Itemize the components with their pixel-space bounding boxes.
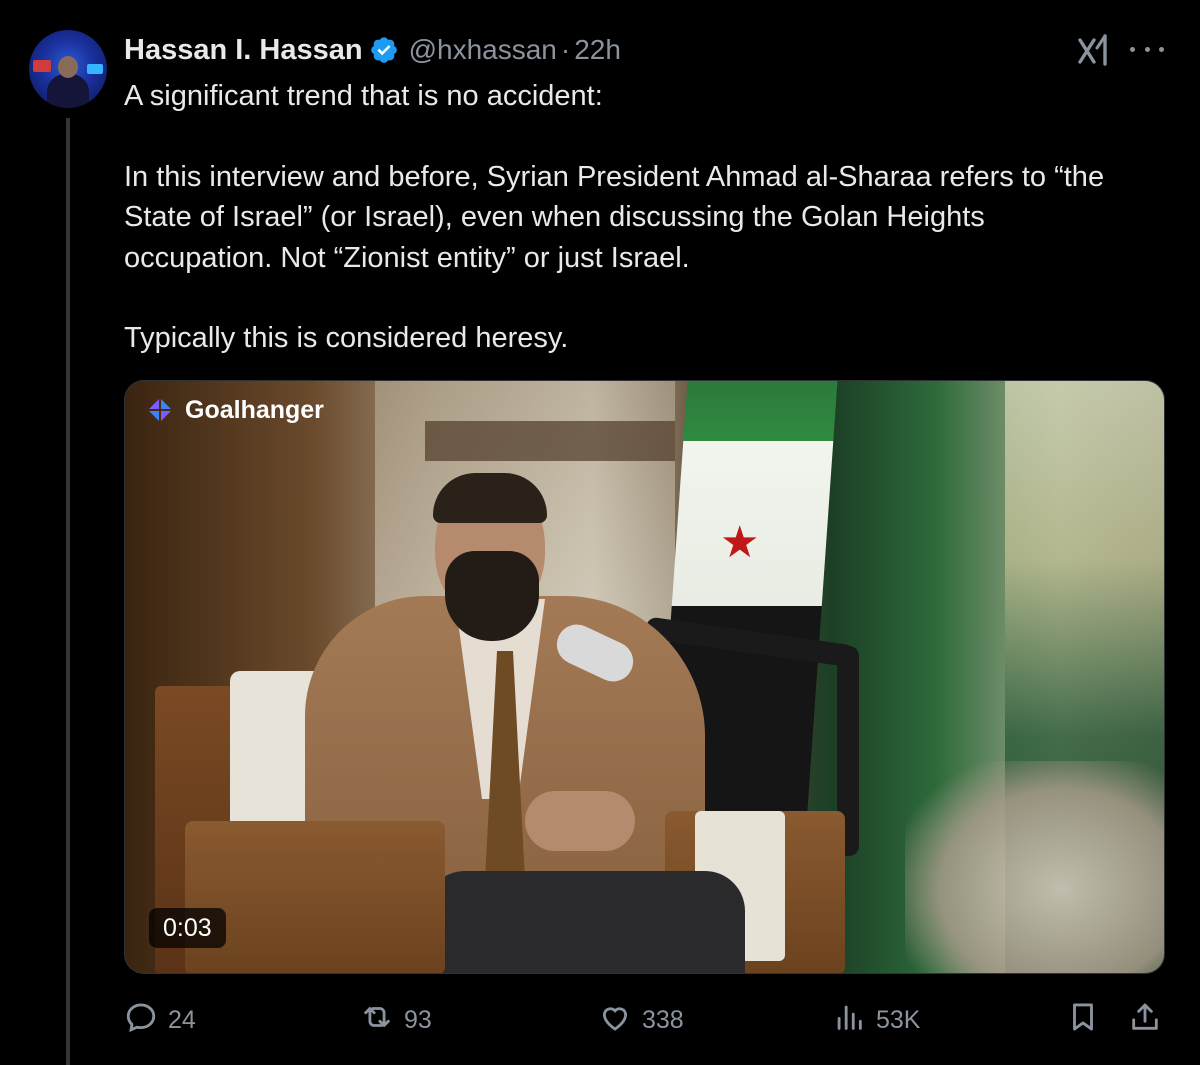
handle[interactable]: @hxhassan: [409, 34, 557, 66]
more-icon[interactable]: [1130, 42, 1164, 56]
bookmark-button[interactable]: [1066, 1000, 1100, 1040]
brand-watermark: Goalhanger: [145, 395, 324, 425]
brand-name: Goalhanger: [185, 395, 324, 424]
person-hands: [525, 791, 635, 851]
action-bar: 24 93 338 53K: [124, 1000, 1165, 1040]
video-player[interactable]: ★ Goalhanger 0:03: [124, 380, 1165, 974]
repost-count: 93: [404, 1005, 432, 1034]
timestamp[interactable]: 22h: [574, 34, 621, 66]
chair-arm-left: [185, 821, 445, 973]
reply-button[interactable]: 24: [124, 1000, 196, 1040]
avatar[interactable]: [29, 30, 107, 108]
repost-icon: [360, 1000, 394, 1041]
background-stripe: [425, 421, 675, 461]
share-button[interactable]: [1128, 1000, 1162, 1040]
verified-badge-icon: [369, 35, 399, 65]
thread-line: [66, 118, 70, 1065]
flag-star-icon: ★: [720, 518, 760, 567]
views-button[interactable]: 53K: [832, 1000, 920, 1040]
foreground-blur: [905, 761, 1164, 973]
grok-icon[interactable]: [1075, 32, 1111, 68]
display-name[interactable]: Hassan I. Hassan: [124, 34, 363, 67]
avatar-detail: [33, 60, 51, 72]
person-hair: [433, 473, 547, 523]
person-legs: [425, 871, 745, 973]
separator-dot: ·: [560, 34, 571, 65]
like-icon: [598, 1000, 632, 1041]
tweet-header: Hassan I. Hassan @hxhassan · 22h: [124, 30, 621, 70]
repost-button[interactable]: 93: [360, 1000, 432, 1040]
view-count: 53K: [876, 1005, 921, 1034]
tweet-text: A significant trend that is no accident:…: [124, 76, 1134, 359]
avatar-detail: [58, 56, 78, 78]
video-duration: 0:03: [149, 908, 226, 948]
like-count: 338: [642, 1005, 684, 1034]
share-icon: [1128, 1000, 1162, 1041]
person-beard: [445, 551, 539, 641]
tweet-paragraph: Typically this is considered heresy.: [124, 322, 569, 354]
avatar-detail: [47, 74, 89, 108]
reply-icon: [124, 1000, 158, 1041]
goalhanger-logo-icon: [145, 395, 175, 425]
like-button[interactable]: 338: [598, 1000, 684, 1040]
views-icon: [832, 1000, 866, 1041]
bookmark-icon: [1066, 1000, 1100, 1041]
tweet-paragraph: In this interview and before, Syrian Pre…: [124, 160, 1105, 274]
tweet-paragraph: A significant trend that is no accident:: [124, 80, 603, 112]
avatar-detail: [87, 64, 103, 74]
reply-count: 24: [168, 1005, 196, 1034]
